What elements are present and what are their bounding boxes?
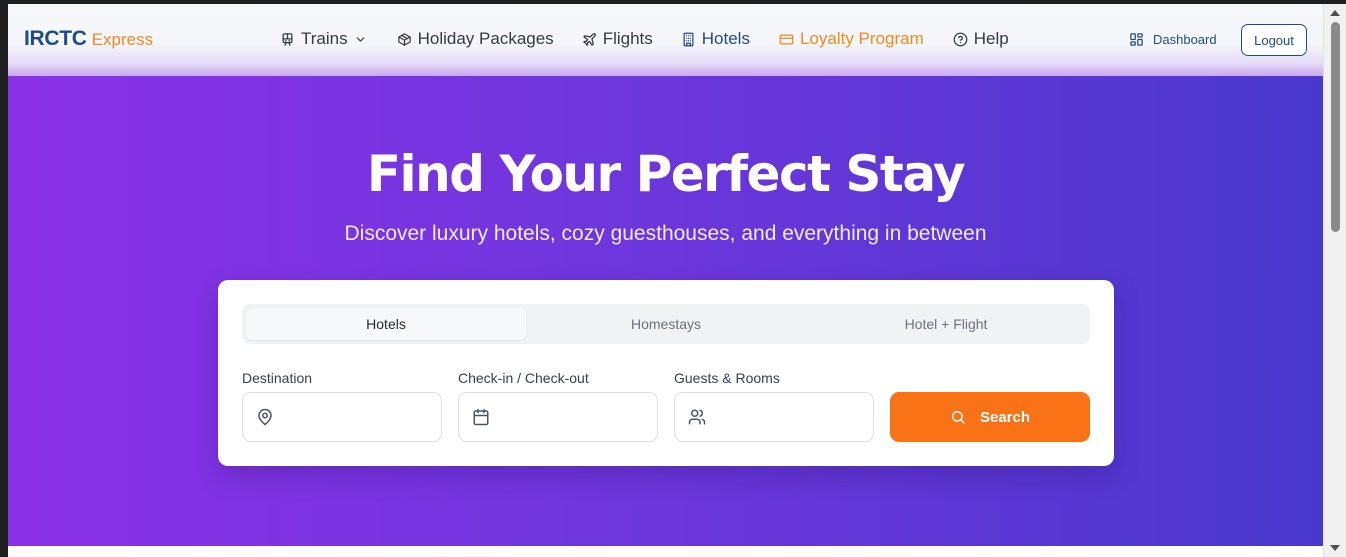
- scroll-thumb[interactable]: [1331, 22, 1340, 232]
- nav-trains[interactable]: Trains: [280, 29, 367, 49]
- brand-name: IRCTC: [24, 27, 87, 50]
- nav-holiday-label: Holiday Packages: [417, 29, 554, 48]
- main-nav: Trains Holiday Packages Flights Hotels L…: [280, 29, 1009, 49]
- guests-label: Guests & Rooms: [674, 370, 780, 386]
- nav-loyalty-label: Loyalty Program: [799, 29, 924, 48]
- browser-viewport: IRCTC Express Trains Holiday Packages Fl…: [8, 4, 1323, 557]
- nav-hotels-label: Hotels: [701, 29, 750, 48]
- hero-subtitle: Discover luxury hotels, cozy guesthouses…: [344, 222, 987, 245]
- search-card: Hotels Homestays Hotel + Flight Destinat…: [218, 280, 1114, 466]
- search-tabs: Hotels Homestays Hotel + Flight: [242, 304, 1090, 344]
- logout-button[interactable]: Logout: [1241, 24, 1307, 56]
- chevron-down-icon: [356, 36, 364, 42]
- tab-homestays[interactable]: Homestays: [526, 308, 806, 340]
- map-pin-icon: [258, 408, 272, 426]
- nav-loyalty-program[interactable]: Loyalty Program: [779, 29, 924, 49]
- calendar-icon: [473, 408, 489, 426]
- nav-flights-label: Flights: [602, 29, 653, 48]
- date-range-field[interactable]: [458, 392, 658, 442]
- brand-suffix: Express: [91, 30, 154, 49]
- tab-hotel-flight[interactable]: Hotel + Flight: [806, 308, 1086, 340]
- guests-rooms-field[interactable]: [674, 392, 874, 442]
- scroll-up-arrow-icon[interactable]: [1330, 10, 1340, 16]
- nav-hotels[interactable]: Hotels: [681, 29, 750, 49]
- scroll-down-arrow-icon[interactable]: [1330, 545, 1340, 551]
- dashboard-label: Dashboard: [1153, 32, 1217, 47]
- content-below-hero: [8, 546, 1323, 557]
- nav-help-label: Help: [973, 29, 1009, 48]
- nav-trains-label: Trains: [301, 29, 348, 48]
- vertical-scrollbar[interactable]: [1323, 4, 1346, 557]
- nav-holiday-packages[interactable]: Holiday Packages: [397, 29, 554, 49]
- building-icon: [683, 32, 694, 46]
- help-circle-icon: [953, 32, 968, 46]
- brand-logo[interactable]: IRCTC Express: [24, 27, 153, 51]
- destination-field[interactable]: [242, 392, 442, 442]
- layout-dashboard-icon: [1130, 33, 1143, 46]
- package-icon: [397, 32, 411, 46]
- search-icon: [951, 410, 965, 424]
- dates-label: Check-in / Check-out: [458, 370, 589, 386]
- search-button-label: Search: [979, 408, 1031, 426]
- train-icon: [282, 32, 293, 46]
- dashboard-link[interactable]: Dashboard: [1129, 32, 1217, 47]
- nav-help[interactable]: Help: [953, 29, 1009, 49]
- nav-flights[interactable]: Flights: [582, 29, 653, 49]
- top-navbar: IRCTC Express Trains Holiday Packages Fl…: [8, 4, 1323, 76]
- search-button[interactable]: Search: [890, 392, 1090, 442]
- destination-label: Destination: [242, 370, 313, 386]
- credit-card-icon: [779, 34, 794, 44]
- hero-title: Find Your Perfect Stay: [366, 145, 966, 203]
- hero-section: Find Your Perfect Stay Discover luxury h…: [8, 76, 1323, 546]
- users-icon: [688, 409, 706, 425]
- plane-icon: [582, 32, 596, 46]
- tab-hotels[interactable]: Hotels: [246, 308, 526, 340]
